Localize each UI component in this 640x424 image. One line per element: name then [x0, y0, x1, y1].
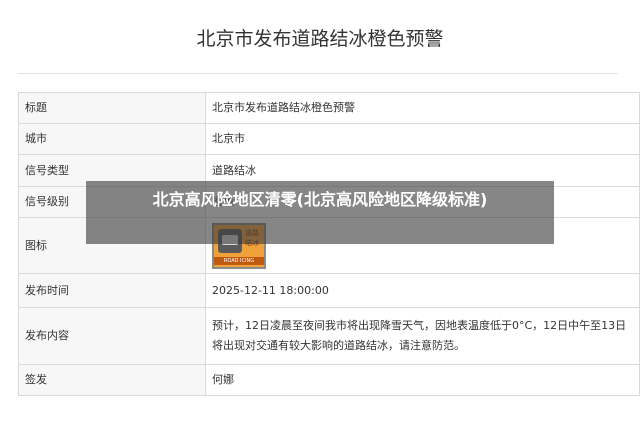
row-value-city: 北京市 [205, 123, 640, 155]
table-row: 城市 北京市 [18, 123, 640, 155]
title-divider [18, 73, 618, 74]
page-title: 北京市发布道路结冰橙色预警 [196, 28, 444, 50]
table-row: 签发 何娜 [18, 364, 640, 396]
overlay-headline-banner: 北京高风险地区清零(北京高风险地区降级标准) [86, 181, 554, 244]
row-label-city: 城市 [18, 123, 206, 155]
warning-info-table: 标题 北京市发布道路结冰橙色预警 城市 北京市 信号类型 道路结冰 信号级别 橙… [18, 92, 640, 396]
table-row: 发布时间 2025-12-11 18:00:00 [18, 273, 640, 308]
row-label-issuer: 签发 [18, 364, 206, 396]
row-value-content: 预计，12日凌晨至夜间我市将出现降雪天气，因地表温度低于0°C，12日中午至13… [205, 307, 640, 365]
row-value-issuer: 何娜 [205, 364, 640, 396]
table-row: 标题 北京市发布道路结冰橙色预警 [18, 92, 640, 124]
row-value-title: 北京市发布道路结冰橙色预警 [205, 92, 640, 124]
table-row: 发布内容 预计，12日凌晨至夜间我市将出现降雪天气，因地表温度低于0°C，12日… [18, 307, 640, 365]
row-label-publish-time: 发布时间 [18, 273, 206, 308]
row-label-title: 标题 [18, 92, 206, 124]
row-value-publish-time: 2025-12-11 18:00:00 [205, 273, 640, 308]
icon-text-en: ROAD ICING [214, 256, 264, 265]
row-label-content: 发布内容 [18, 307, 206, 365]
